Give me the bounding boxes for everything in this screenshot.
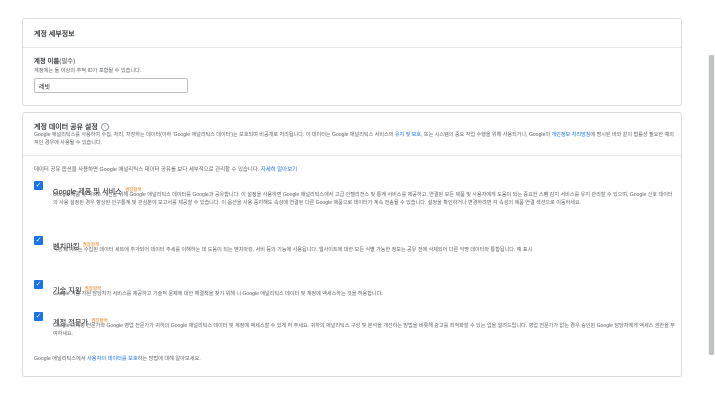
benchmarking-checkbox[interactable]: ✓ <box>34 236 43 245</box>
required-marker: (필수) <box>59 58 76 65</box>
sharing-options-info: 데이터 공유 옵션을 사용하면 Google 애널리틱스 데이터 공유를 보다 … <box>34 167 298 173</box>
option-description: 익명 데이터는 수집된 데이터 세트에 추가되어 데이터 추세를 이해하는 데 … <box>53 247 533 253</box>
divider <box>23 155 681 156</box>
account-specialists-checkbox[interactable]: ✓ <box>34 312 43 321</box>
learn-more-link[interactable]: 자세히 알아보기 <box>261 167 297 173</box>
data-sharing-card: 계정 데이터 공유 설정? Google 애널리틱스를 사용하여 수집, 처리,… <box>22 112 682 377</box>
account-details-title: 계정 세부정보 <box>34 31 75 38</box>
option-description: Google 제품 및 서비스 개선을 위해 Google 애널리틱스 데이터를… <box>53 192 673 206</box>
account-name-hint: 계정에는 둘 이상의 추적 ID가 포함될 수 있습니다. <box>34 68 142 74</box>
account-details-card: 계정 세부정보 계정 이름(필수) 계정에는 둘 이상의 추적 ID가 포함될 … <box>22 18 682 106</box>
check-icon: ✓ <box>35 281 42 288</box>
google-products-checkbox[interactable]: ✓ <box>34 181 43 190</box>
account-name-input[interactable]: 레빗 <box>34 78 188 93</box>
option-description: Google 마케팅 전문가와 Google 영업 전문가가 귀하의 Googl… <box>53 323 675 337</box>
technical-support-checkbox[interactable]: ✓ <box>34 280 43 289</box>
maintain-protect-link[interactable]: 유지 및 보호 <box>395 132 421 138</box>
scrollbar-thumb[interactable] <box>709 55 714 355</box>
check-icon: ✓ <box>35 237 42 244</box>
demographics-report-link[interactable]: 향상된 인구통계 및 관심분야 보고서 <box>96 200 172 206</box>
option-description: Google 기술 지원 담당자가 서비스를 제공하고 기술적 문제에 대한 해… <box>53 291 383 297</box>
data-sharing-title: 계정 데이터 공유 설정? <box>34 122 109 132</box>
protect-data-link[interactable]: 사용자의 데이터를 보호 <box>87 356 138 362</box>
account-name-label: 계정 이름(필수) <box>34 58 76 65</box>
data-protection-footer: Google 애널리틱스에서 사용자의 데이터를 보호하는 방법에 대해 알아보… <box>34 356 201 362</box>
google-signals-link[interactable]: Google 신호 데이터 <box>630 192 673 198</box>
help-icon[interactable]: ? <box>100 123 109 132</box>
data-sharing-intro: Google 애널리틱스를 사용하여 수집, 처리, 저장하는 데이터(이하 '… <box>34 132 674 146</box>
divider <box>23 47 681 48</box>
privacy-policy-link[interactable]: 개인정보 처리방침 <box>552 132 591 138</box>
check-icon: ✓ <box>35 182 42 189</box>
example-link[interactable]: 예 표시 <box>517 247 532 253</box>
check-icon: ✓ <box>35 313 42 320</box>
